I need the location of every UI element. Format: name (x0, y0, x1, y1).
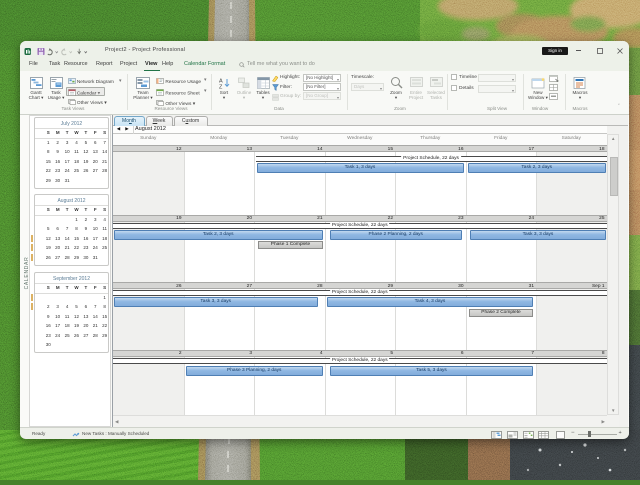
svg-text:Z: Z (219, 85, 223, 90)
